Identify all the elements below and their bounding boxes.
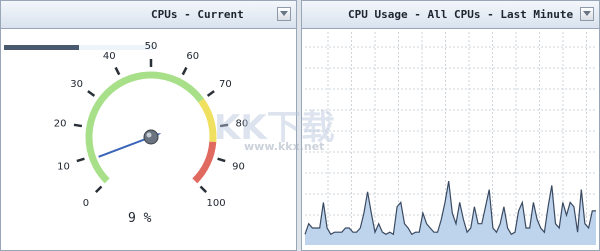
gauge-tick-label: 60 bbox=[186, 51, 199, 62]
gauge-tick-label: 30 bbox=[70, 79, 83, 90]
gauge-band-1 bbox=[198, 98, 217, 143]
gauge-tick bbox=[206, 90, 215, 97]
panel-title: CPUs - Current bbox=[151, 8, 244, 21]
gauge-band-0 bbox=[85, 71, 204, 184]
gauge-tick-label: 40 bbox=[103, 51, 116, 62]
usage-graph-area bbox=[302, 29, 599, 250]
gauge-tick bbox=[217, 157, 226, 163]
gauge-tick bbox=[181, 66, 188, 76]
gauge-tick-label: 0 bbox=[83, 198, 89, 209]
gauge-band-2 bbox=[192, 141, 217, 184]
gauge-hub bbox=[143, 129, 159, 145]
gauge-hub-highlight bbox=[146, 132, 152, 138]
gauge-tick bbox=[94, 185, 103, 194]
chevron-down-icon bbox=[583, 11, 591, 16]
gauge-tick bbox=[73, 123, 83, 128]
cpu-usage-graph bbox=[304, 32, 596, 245]
gauge-tick bbox=[199, 185, 208, 194]
cpu-usage-panel: CPU Usage - All CPUs - Last Minute bbox=[301, 0, 600, 251]
gauge-tick-label: 10 bbox=[57, 161, 70, 172]
panel-menu-button[interactable] bbox=[580, 7, 594, 21]
gauge-tick-label: 20 bbox=[54, 119, 67, 130]
gauge-tick-label: 70 bbox=[219, 79, 232, 90]
gauge-value-readout: 9 % bbox=[128, 211, 152, 226]
watermark-url: www.kkx.net bbox=[244, 140, 325, 153]
panel-titlebar: CPU Usage - All CPUs - Last Minute bbox=[302, 1, 599, 29]
panel-titlebar: CPUs - Current bbox=[1, 1, 296, 29]
gauge-tick bbox=[114, 66, 121, 76]
gauge-tick-label: 50 bbox=[145, 41, 158, 52]
gauge-tick bbox=[76, 157, 85, 163]
chevron-down-icon bbox=[280, 11, 288, 16]
panel-title: CPU Usage - All CPUs - Last Minute bbox=[348, 8, 574, 21]
gauge-tick bbox=[87, 90, 96, 97]
gauge-needle bbox=[98, 136, 152, 158]
panel-menu-button[interactable] bbox=[277, 7, 291, 21]
gauge-top-bar-fill bbox=[4, 45, 79, 50]
gauge-tick-label: 100 bbox=[207, 198, 226, 209]
gauge-tick-label: 90 bbox=[232, 161, 245, 172]
